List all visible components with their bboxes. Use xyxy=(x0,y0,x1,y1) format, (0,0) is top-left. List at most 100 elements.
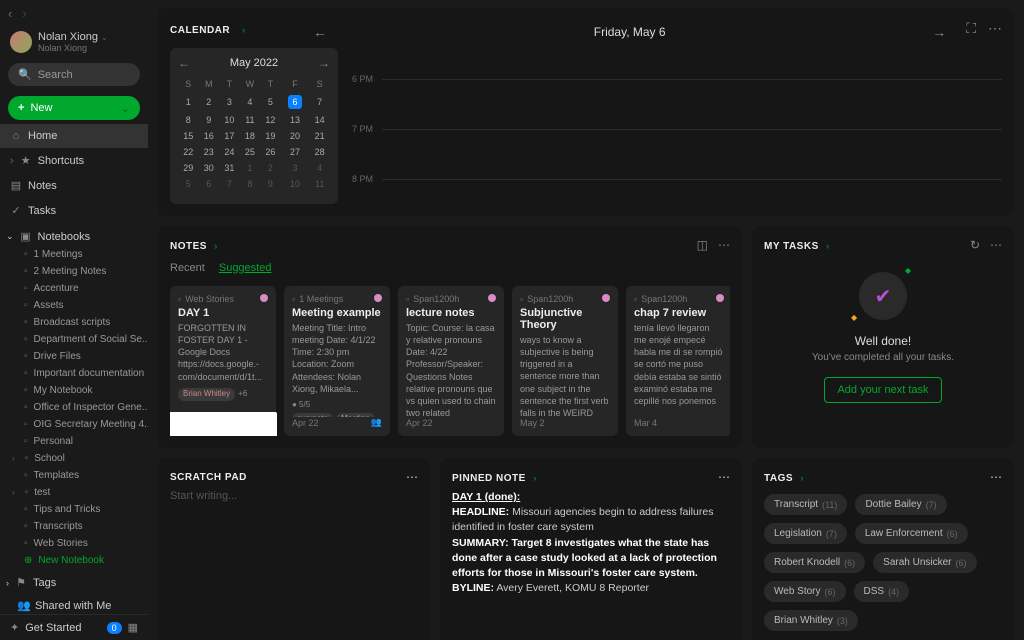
expand-icon[interactable]: ⛶ xyxy=(966,20,976,37)
chevron-right-icon[interactable]: › xyxy=(826,241,829,251)
calendar-day[interactable]: 25 xyxy=(240,144,261,160)
note-card[interactable]: ▫Span1200hchap 7 reviewtenía llevó llega… xyxy=(626,286,730,436)
chevron-down-icon[interactable]: ⌄ xyxy=(121,102,130,115)
calendar-day[interactable]: 19 xyxy=(260,128,281,144)
calendar-day[interactable]: 26 xyxy=(260,144,281,160)
nav-tasks[interactable]: ✓ Tasks xyxy=(0,198,148,223)
sidebar-notebook[interactable]: ▫ OIG Secretary Meeting 4... xyxy=(0,416,148,433)
prev-day[interactable]: ← xyxy=(313,24,327,40)
calendar-day[interactable]: 14 xyxy=(309,112,330,128)
tag-pill[interactable]: Dottie Bailey (7) xyxy=(855,494,946,515)
sidebar-notebook[interactable]: ▫ Accenture xyxy=(0,280,148,297)
calendar-day[interactable]: 24 xyxy=(219,144,240,160)
get-started[interactable]: Get Started xyxy=(25,622,81,634)
more-icon[interactable]: ⋯ xyxy=(990,470,1002,484)
calendar-day[interactable]: 18 xyxy=(240,128,261,144)
calendar-day[interactable]: 17 xyxy=(219,128,240,144)
calendar-day[interactable]: 20 xyxy=(281,128,310,144)
calendar-day[interactable]: 9 xyxy=(260,176,281,192)
forward-arrow[interactable]: › xyxy=(22,6,26,21)
calendar-day[interactable]: 28 xyxy=(309,144,330,160)
sidebar-notebook[interactable]: ▫ Important documentation xyxy=(0,365,148,382)
calendar-day[interactable]: 7 xyxy=(219,176,240,192)
tag-pill[interactable]: Sarah Unsicker (6) xyxy=(873,552,976,573)
user-menu[interactable]: Nolan Xiong ⌄ Nolan Xiong xyxy=(0,27,148,57)
calendar-day[interactable]: 8 xyxy=(240,176,261,192)
calendar-day[interactable]: 27 xyxy=(281,144,310,160)
chevron-right-icon[interactable]: › xyxy=(533,473,536,483)
tag-pill[interactable]: Law Enforcement (6) xyxy=(855,523,968,544)
calendar-day[interactable]: 4 xyxy=(240,92,261,112)
tag-pill[interactable]: Legislation (7) xyxy=(764,523,847,544)
next-day[interactable]: → xyxy=(932,24,946,40)
tag-pill[interactable]: DSS (4) xyxy=(854,581,910,602)
sidebar-notebook[interactable]: ▫ Web Stories xyxy=(0,535,148,552)
sidebar-notebook[interactable]: ▫ Personal xyxy=(0,433,148,450)
more-icon[interactable]: ⋯ xyxy=(988,20,1002,37)
note-card[interactable]: ▫1 MeetingsMeeting exampleMeeting Title:… xyxy=(284,286,390,436)
chevron-right-icon[interactable]: › xyxy=(214,241,217,251)
tasks-refresh-icon[interactable]: ↻ xyxy=(970,238,980,252)
tag-pill[interactable]: Brian Whitley (3) xyxy=(764,610,858,631)
sidebar-notebook[interactable]: ▫ Tips and Tricks xyxy=(0,501,148,518)
sidebar-notebook[interactable]: ▫ Broadcast scripts xyxy=(0,314,148,331)
new-button[interactable]: + New ⌄ xyxy=(8,96,140,120)
tag-pill[interactable]: Web Story (6) xyxy=(764,581,846,602)
calendar-day[interactable]: 2 xyxy=(199,92,220,112)
calendar-day[interactable]: 10 xyxy=(219,112,240,128)
calendar-day[interactable]: 23 xyxy=(199,144,220,160)
back-arrow[interactable]: ‹ xyxy=(8,6,12,21)
more-icon[interactable]: ⋯ xyxy=(718,238,730,252)
calendar-day[interactable]: 22 xyxy=(178,144,199,160)
calendar-day[interactable]: 21 xyxy=(309,128,330,144)
sidebar-notebook[interactable]: ▫ Assets xyxy=(0,297,148,314)
calendar-day[interactable]: 29 xyxy=(178,160,199,176)
note-card[interactable]: ▫Web StoriesDAY 1FORGOTTEN IN FOSTER DAY… xyxy=(170,286,276,436)
calendar-day[interactable]: 10 xyxy=(281,176,310,192)
scratch-input[interactable]: Start writing... xyxy=(170,490,418,502)
sidebar-notebook[interactable]: ›▫ School xyxy=(0,450,148,467)
notebooks-header[interactable]: ⌄ ▣ Notebooks xyxy=(0,223,148,246)
nav-shortcuts[interactable]: › ★ Shortcuts xyxy=(0,148,148,173)
tag-pill[interactable]: Robert Knodell (6) xyxy=(764,552,865,573)
sidebar-notebook[interactable]: ▫ 1 Meetings xyxy=(0,246,148,263)
tags-header[interactable]: › ⚑ Tags xyxy=(0,569,148,592)
calendar-day[interactable]: 11 xyxy=(240,112,261,128)
more-icon[interactable]: ⋯ xyxy=(990,238,1002,252)
more-icon[interactable]: ⋯ xyxy=(406,470,418,484)
calendar-day[interactable]: 3 xyxy=(219,92,240,112)
shared-header[interactable]: 👥 Shared with Me xyxy=(0,592,148,614)
calendar-day[interactable]: 8 xyxy=(178,112,199,128)
calendar-day[interactable]: 7 xyxy=(309,92,330,112)
notes-filter-icon[interactable]: ◫ xyxy=(697,238,708,252)
nav-home[interactable]: ⌂ Home xyxy=(0,124,148,148)
sidebar-notebook[interactable]: ›▫ test xyxy=(0,484,148,501)
calendar-day[interactable]: 30 xyxy=(199,160,220,176)
more-icon[interactable]: ⋯ xyxy=(718,470,730,484)
prev-month[interactable]: ← xyxy=(178,56,190,70)
sidebar-notebook[interactable]: ▫ Transcripts xyxy=(0,518,148,535)
calendar-day[interactable]: 2 xyxy=(260,160,281,176)
search-input[interactable]: 🔍 Search xyxy=(8,63,140,86)
calendar-day[interactable]: 15 xyxy=(178,128,199,144)
chevron-right-icon[interactable]: › xyxy=(242,25,245,35)
calendar-day[interactable]: 5 xyxy=(260,92,281,112)
next-month[interactable]: → xyxy=(318,56,330,70)
calendar-day[interactable]: 3 xyxy=(281,160,310,176)
calendar-day[interactable]: 11 xyxy=(309,176,330,192)
tab-recent[interactable]: Recent xyxy=(170,262,205,274)
calendar-day[interactable]: 5 xyxy=(178,176,199,192)
chevron-right-icon[interactable]: › xyxy=(800,473,803,483)
sidebar-notebook[interactable]: ▫ My Notebook xyxy=(0,382,148,399)
calendar-day[interactable]: 4 xyxy=(309,160,330,176)
calendar-day[interactable]: 1 xyxy=(240,160,261,176)
calendar-day[interactable]: 31 xyxy=(219,160,240,176)
sidebar-notebook[interactable]: ▫ Department of Social Se... xyxy=(0,331,148,348)
new-notebook[interactable]: ⊕ New Notebook xyxy=(0,552,148,569)
tab-suggested[interactable]: Suggested xyxy=(219,262,272,274)
note-card[interactable]: ▫Span1200hlecture notesTopic: Course: la… xyxy=(398,286,504,436)
calendar-day[interactable]: 16 xyxy=(199,128,220,144)
add-task-button[interactable]: Add your next task xyxy=(824,377,941,403)
calendar-day[interactable]: 1 xyxy=(178,92,199,112)
calendar-day[interactable]: 12 xyxy=(260,112,281,128)
